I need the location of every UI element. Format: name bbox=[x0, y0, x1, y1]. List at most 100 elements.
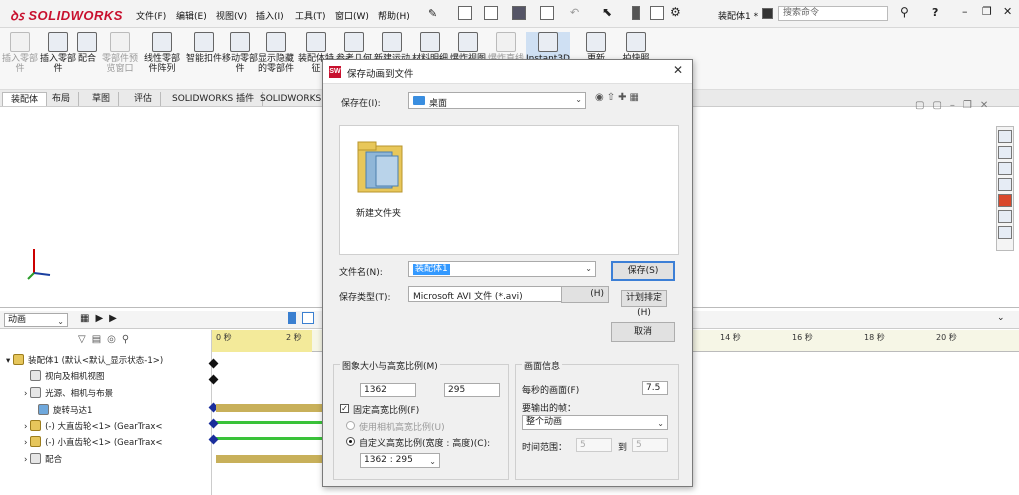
frame-info-group-title: 画面信息 bbox=[522, 359, 563, 372]
help-button[interactable]: (H) bbox=[561, 286, 609, 303]
tree-item-lights[interactable]: › 光源、相机与布景 bbox=[24, 387, 113, 401]
filter-icon[interactable]: ▽▤◎⚲ bbox=[78, 334, 135, 345]
image-size-group-title: 图象大小与高宽比例(M) bbox=[340, 359, 440, 372]
time-from-input[interactable]: 5 bbox=[576, 438, 612, 452]
home-icon[interactable] bbox=[998, 130, 1012, 143]
file-properties-icon[interactable] bbox=[650, 6, 664, 20]
file-type-value: Microsoft AVI 文件 (*.avi) bbox=[413, 292, 523, 302]
tree-item-small-gear[interactable]: › (-) 小直齿轮<1> (GearTrax< bbox=[24, 436, 163, 450]
motor-icon bbox=[38, 404, 49, 415]
open-folder-icon[interactable] bbox=[484, 6, 498, 20]
menu-edit[interactable]: 编辑(E) bbox=[176, 9, 207, 22]
width-input[interactable]: 1362 bbox=[360, 383, 416, 397]
schedule-button[interactable]: 计划排定(H) bbox=[621, 290, 667, 318]
tree-item-mates[interactable]: › 配合 bbox=[24, 453, 62, 467]
menu-window[interactable]: 窗口(W) bbox=[335, 9, 369, 22]
tab-solidworks-addins[interactable]: SOLIDWORKS 插件 bbox=[164, 92, 264, 106]
motor-time-bar[interactable] bbox=[216, 404, 324, 412]
camera-icon bbox=[626, 32, 646, 52]
search-input[interactable]: 搜索命令 bbox=[778, 6, 888, 21]
save-in-select[interactable]: 桌面 ⌄ bbox=[408, 92, 586, 109]
dialog-title-bar: SW 保存动画到文件 ✕ bbox=[323, 60, 692, 84]
menu-view[interactable]: 视图(V) bbox=[216, 9, 247, 22]
tab-layout[interactable]: 布局 bbox=[44, 92, 80, 106]
search-icon[interactable]: ⚲ bbox=[900, 5, 909, 19]
file-name-value: 装配体1 bbox=[413, 264, 450, 275]
mates-icon bbox=[30, 453, 42, 464]
gear-icon[interactable]: ⚙ bbox=[670, 5, 681, 19]
ribbon-show-hidden[interactable]: 显示隐藏的零部件 bbox=[258, 32, 294, 84]
menu-help[interactable]: 帮助(H) bbox=[378, 9, 410, 22]
height-input[interactable]: 295 bbox=[444, 383, 500, 397]
mate-paperclip-icon bbox=[77, 32, 97, 52]
tree-item-big-gear[interactable]: › (-) 大直齿轮<1> (GearTrax< bbox=[24, 420, 163, 434]
tree-item-rotary-motor[interactable]: 旋转马达1 bbox=[38, 404, 92, 418]
assembly-feature-icon bbox=[306, 32, 326, 52]
big-gear-motion-bar[interactable] bbox=[216, 421, 324, 424]
ribbon-mate[interactable]: 配合 bbox=[72, 32, 102, 84]
undo-icon[interactable]: ↶ bbox=[570, 6, 579, 19]
tab-assembly[interactable]: 装配体 bbox=[2, 92, 48, 106]
file-explorer-icon[interactable] bbox=[998, 162, 1012, 175]
viewport-window-controls-icon[interactable]: ▢▢–❐✕ bbox=[915, 100, 996, 111]
appearances-icon[interactable] bbox=[998, 194, 1012, 207]
assembly-icon bbox=[12, 354, 24, 365]
frames-label: 要输出的帧： bbox=[522, 404, 577, 414]
ribbon-component-preview[interactable]: 零部件预览窗口 bbox=[102, 32, 138, 84]
study-type-select[interactable]: 动画 ⌄ bbox=[4, 313, 68, 327]
ribbon-insert-components-disabled[interactable]: 插入零部件 bbox=[2, 32, 38, 84]
time-to-input[interactable]: 5 bbox=[632, 438, 668, 452]
dialog-close-icon[interactable]: ✕ bbox=[673, 63, 683, 77]
frames-select[interactable]: 整个动画 ⌄ bbox=[522, 415, 668, 430]
custom-aspect-radio[interactable] bbox=[346, 437, 355, 446]
motion-feature-tree: ▽▤◎⚲ ▾ 装配体1 (默认<默认_显示状态-1>) 视向及相机视图 › 光源… bbox=[0, 330, 212, 495]
restore-icon[interactable]: ❐ bbox=[982, 5, 992, 18]
reference-geometry-icon bbox=[344, 32, 364, 52]
new-document-icon[interactable] bbox=[458, 6, 472, 20]
fixed-aspect-checkbox[interactable]: ✓ bbox=[340, 404, 349, 413]
time-to-label: 到 bbox=[618, 443, 628, 453]
close-icon[interactable]: ✕ bbox=[1003, 5, 1012, 18]
custom-properties-icon[interactable] bbox=[998, 210, 1012, 223]
custom-aspect-select[interactable]: 1362 : 295 ⌄ bbox=[360, 453, 440, 468]
task-pane-tabs bbox=[996, 126, 1014, 251]
save-animation-icon[interactable] bbox=[302, 312, 314, 324]
folder-navigation-icons[interactable]: ◉⇧✚▦ bbox=[595, 92, 642, 103]
file-list-pane[interactable]: 新建文件夹 bbox=[339, 125, 679, 255]
timeline-slider-handle[interactable] bbox=[288, 312, 296, 324]
help-question-icon[interactable]: ? bbox=[932, 6, 938, 19]
design-library-icon[interactable] bbox=[998, 146, 1012, 159]
small-gear-motion-bar[interactable] bbox=[216, 437, 324, 440]
collapse-chevron-icon[interactable]: ⌄ bbox=[997, 313, 1005, 323]
print-icon[interactable] bbox=[540, 6, 554, 20]
forum-icon[interactable] bbox=[998, 226, 1012, 239]
save-button[interactable]: 保存(S) bbox=[611, 261, 675, 281]
menu-insert[interactable]: 插入(I) bbox=[256, 9, 284, 22]
chevron-down-icon: ⌄ bbox=[575, 95, 582, 104]
tab-sketch[interactable]: 草图 bbox=[84, 92, 120, 106]
play-controls-icon[interactable]: ▦▶▶ bbox=[80, 313, 123, 324]
file-name-input[interactable]: 装配体1 ⌄ bbox=[408, 261, 596, 277]
tree-item-assembly[interactable]: ▾ 装配体1 (默认<默认_显示状态-1>) bbox=[6, 354, 163, 368]
save-icon[interactable] bbox=[512, 6, 526, 20]
tree-item-view-camera[interactable]: 视向及相机视图 bbox=[30, 370, 105, 384]
minimize-icon[interactable]: – bbox=[962, 5, 968, 18]
part-icon bbox=[30, 420, 42, 431]
ribbon-move-component[interactable]: 移动零部件 bbox=[222, 32, 258, 84]
select-pointer-icon[interactable]: ⬉ bbox=[602, 5, 612, 19]
pin-icon[interactable]: ✎ bbox=[428, 7, 437, 20]
menu-tools[interactable]: 工具(T) bbox=[295, 9, 326, 22]
view-palette-icon[interactable] bbox=[998, 178, 1012, 191]
ribbon-insert-components[interactable]: 插入零部件 bbox=[40, 32, 76, 84]
tab-evaluate[interactable]: 评估 bbox=[126, 92, 162, 106]
cancel-button[interactable]: 取消 bbox=[611, 322, 675, 342]
menu-file[interactable]: 文件(F) bbox=[136, 9, 166, 22]
fps-input[interactable]: 7.5 bbox=[642, 381, 668, 395]
new-folder-icon[interactable] bbox=[356, 138, 404, 196]
solidworks-logo: ꝺꜱ SOLIDWORKS bbox=[10, 8, 123, 23]
ribbon-linear-pattern[interactable]: 线性零部件阵列 bbox=[140, 32, 184, 84]
ribbon-smart-fasteners[interactable]: 智能扣件 bbox=[186, 32, 222, 84]
rebuild-icon[interactable] bbox=[632, 6, 640, 20]
use-camera-aspect-radio[interactable] bbox=[346, 421, 355, 430]
mates-time-bar[interactable] bbox=[216, 455, 324, 463]
